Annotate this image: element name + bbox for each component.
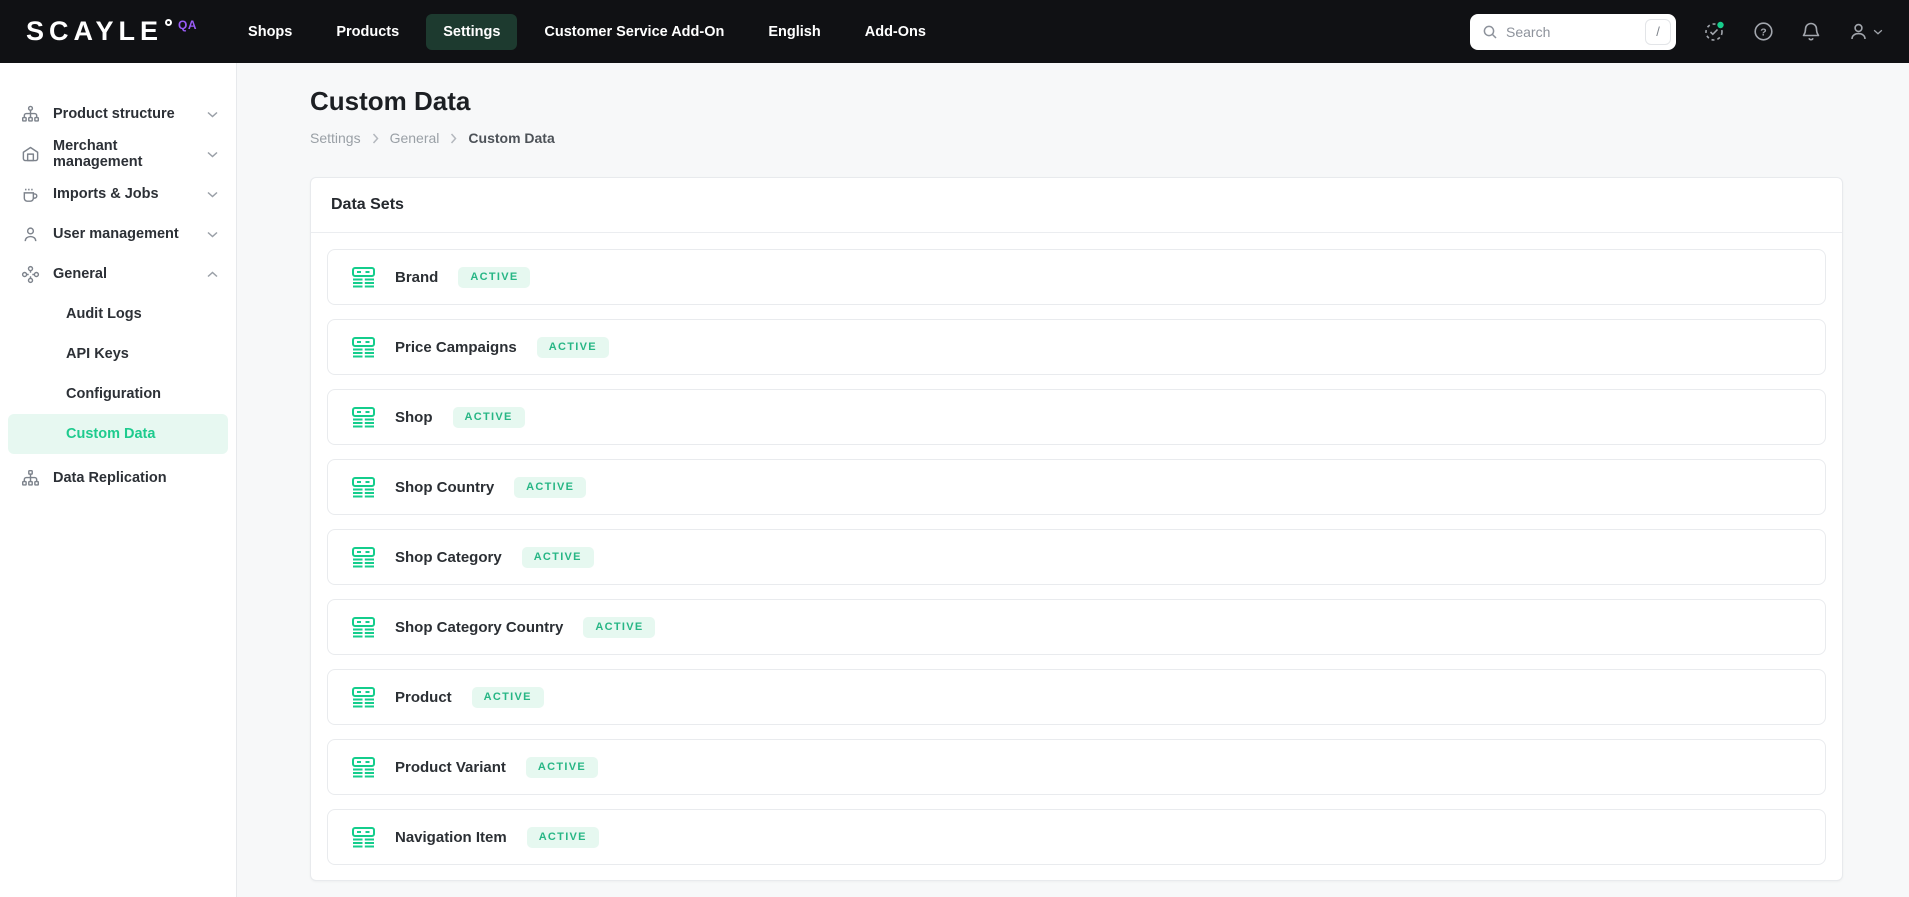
search-box[interactable]: / xyxy=(1470,13,1676,50)
nav-item-shops[interactable]: Shops xyxy=(231,14,309,50)
nav-item-products[interactable]: Products xyxy=(319,14,416,50)
search-icon xyxy=(1482,24,1498,40)
data-set-icon xyxy=(352,406,375,428)
status-badge: ACTIVE xyxy=(514,476,587,498)
nav-item-add-ons[interactable]: Add-Ons xyxy=(848,14,943,50)
data-set-name: Navigation Item xyxy=(395,828,507,846)
data-set-row-shop-category[interactable]: Shop Category ACTIVE xyxy=(327,529,1826,585)
search-shortcut-key: / xyxy=(1645,18,1671,45)
data-set-name: Brand xyxy=(395,268,439,286)
breadcrumb: Settings General Custom Data xyxy=(310,130,1843,146)
data-set-icon xyxy=(352,756,375,778)
data-set-icon xyxy=(352,546,375,568)
top-navbar: SCAYLE QA Shops Products Settings Custom… xyxy=(0,0,1909,63)
nav-item-customer-service-add-on[interactable]: Customer Service Add-On xyxy=(527,14,741,50)
sidebar-item-label: Merchant management xyxy=(53,138,143,170)
logo-text: SCAYLE xyxy=(26,16,164,46)
data-set-icon xyxy=(352,266,375,288)
chevron-down-icon xyxy=(1873,29,1883,35)
sidebar-item-merchant-management[interactable]: Merchant management xyxy=(0,134,236,174)
sidebar-item-label: Imports & Jobs xyxy=(53,186,159,202)
status-badge: ACTIVE xyxy=(525,756,598,778)
data-set-name: Shop xyxy=(395,408,433,426)
chevron-up-icon xyxy=(207,270,218,278)
status-badge: ACTIVE xyxy=(452,406,525,428)
navbar-right: / ? xyxy=(1470,13,1909,50)
environment-badge: QA xyxy=(178,18,198,32)
sidebar-item-label: User management xyxy=(53,226,179,242)
breadcrumb-settings[interactable]: Settings xyxy=(310,130,361,146)
data-set-icon xyxy=(352,826,375,848)
svg-text:?: ? xyxy=(1760,26,1766,38)
breadcrumb-current: Custom Data xyxy=(468,130,555,146)
data-set-name: Product xyxy=(395,688,452,706)
user-icon xyxy=(20,225,40,244)
card-header: Data Sets xyxy=(311,178,1842,233)
sidebar-item-general[interactable]: General xyxy=(0,254,236,294)
sidebar-item-imports-jobs[interactable]: Imports & Jobs xyxy=(0,174,236,214)
sidebar-item-product-structure[interactable]: Product structure xyxy=(0,94,236,134)
data-set-name: Product Variant xyxy=(395,758,506,776)
mug-icon xyxy=(20,185,40,204)
data-sets-list: Brand ACTIVE Price Campaigns ACTIVE Shop… xyxy=(311,233,1842,881)
breadcrumb-general[interactable]: General xyxy=(390,130,440,146)
data-set-name: Shop Category Country xyxy=(395,618,564,636)
main-content: Custom Data Settings General Custom Data… xyxy=(237,63,1909,897)
data-set-row-product-variant[interactable]: Product Variant ACTIVE xyxy=(327,739,1826,795)
sidebar-item-audit-logs[interactable]: Audit Logs xyxy=(0,294,236,334)
logo-ring-icon xyxy=(165,19,173,26)
data-set-row-shop-category-country[interactable]: Shop Category Country ACTIVE xyxy=(327,599,1826,655)
status-badge: ACTIVE xyxy=(536,336,609,358)
data-set-name: Price Campaigns xyxy=(395,338,517,356)
data-sets-card: Data Sets Brand ACTIVE Price Campaigns A… xyxy=(310,177,1843,881)
status-badge: ACTIVE xyxy=(526,826,599,848)
data-set-row-shop-country[interactable]: Shop Country ACTIVE xyxy=(327,459,1826,515)
data-set-name: Shop Country xyxy=(395,478,495,496)
nodes-icon xyxy=(20,265,40,284)
data-set-icon xyxy=(352,616,375,638)
data-set-icon xyxy=(352,686,375,708)
sidebar-item-label: Product structure xyxy=(53,106,175,122)
sitemap-icon xyxy=(20,105,40,124)
status-badge: ACTIVE xyxy=(521,546,594,568)
search-input[interactable] xyxy=(1506,23,1637,40)
page-title: Custom Data xyxy=(310,86,471,116)
status-badge: ACTIVE xyxy=(471,686,544,708)
data-set-row-brand[interactable]: Brand ACTIVE xyxy=(327,249,1826,305)
data-set-icon xyxy=(352,476,375,498)
sidebar-item-data-replication[interactable]: Data Replication xyxy=(0,458,236,498)
sidebar-item-label: General xyxy=(53,266,107,282)
main-nav: Shops Products Settings Customer Service… xyxy=(231,13,943,50)
chevron-right-icon xyxy=(450,133,457,144)
scayle-logo[interactable]: SCAYLE QA xyxy=(0,18,231,45)
notifications-icon[interactable] xyxy=(1801,21,1821,42)
status-badge: ACTIVE xyxy=(583,616,656,638)
data-set-row-navigation-item[interactable]: Navigation Item ACTIVE xyxy=(327,809,1826,865)
sidebar-item-custom-data[interactable]: Custom Data xyxy=(8,414,228,454)
sidebar-item-configuration[interactable]: Configuration xyxy=(0,374,236,414)
nav-item-settings[interactable]: Settings xyxy=(426,13,518,50)
chevron-down-icon xyxy=(207,151,218,158)
data-set-row-product[interactable]: Product ACTIVE xyxy=(327,669,1826,725)
sitemap-icon xyxy=(20,469,40,488)
chevron-down-icon xyxy=(207,191,218,198)
data-set-row-price-campaigns[interactable]: Price Campaigns ACTIVE xyxy=(327,319,1826,375)
data-set-row-shop[interactable]: Shop ACTIVE xyxy=(327,389,1826,445)
sidebar: Product structure Merchant management Im… xyxy=(0,63,237,897)
sidebar-item-api-keys[interactable]: API Keys xyxy=(0,334,236,374)
data-set-name: Shop Category xyxy=(395,548,502,566)
help-icon[interactable]: ? xyxy=(1753,21,1774,42)
store-icon xyxy=(20,145,40,164)
data-set-icon xyxy=(352,336,375,358)
account-menu[interactable] xyxy=(1848,21,1883,42)
status-badge: ACTIVE xyxy=(458,266,531,288)
account-icon xyxy=(1848,21,1869,42)
chevron-down-icon xyxy=(207,231,218,238)
sidebar-item-label: Data Replication xyxy=(53,470,167,486)
nav-item-english[interactable]: English xyxy=(751,14,837,50)
release-status-icon[interactable] xyxy=(1703,20,1726,43)
chevron-right-icon xyxy=(372,133,379,144)
chevron-down-icon xyxy=(207,111,218,118)
sidebar-item-user-management[interactable]: User management xyxy=(0,214,236,254)
